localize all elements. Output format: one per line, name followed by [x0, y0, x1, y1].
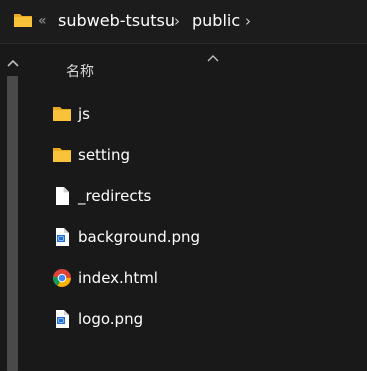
file-name: index.html [78, 269, 158, 287]
folder-icon [53, 107, 71, 121]
blank-file-icon [56, 187, 69, 205]
file-name: logo.png [78, 310, 144, 328]
breadcrumb-item-subweb-tsutsu[interactable]: subweb-tsutsu [58, 11, 175, 31]
list-item[interactable]: js [50, 99, 350, 129]
file-name: background.png [78, 228, 201, 246]
image-file-icon [56, 228, 69, 246]
chevron-up-icon [207, 55, 219, 62]
list-item[interactable]: background.png [50, 222, 350, 252]
file-explorer-window: « subweb-tsutsu › public › 名称 js setting… [0, 0, 367, 371]
file-name: js [78, 105, 90, 123]
file-list: 名称 js setting _redirects background.png … [28, 45, 367, 371]
folder-icon [53, 148, 71, 162]
list-item[interactable]: index.html [50, 263, 350, 293]
list-item[interactable]: _redirects [50, 181, 350, 211]
file-name: setting [78, 146, 131, 164]
breadcrumb-separator-icon[interactable]: › [245, 11, 251, 31]
list-item[interactable]: logo.png [50, 304, 350, 334]
breadcrumb-separator-icon[interactable]: › [174, 11, 180, 31]
address-bar[interactable]: « subweb-tsutsu › public › [0, 0, 367, 44]
vertical-scrollbar-thumb[interactable] [7, 76, 18, 371]
folder-icon [14, 14, 32, 27]
chrome-icon [53, 269, 71, 287]
breadcrumb-item-public[interactable]: public [192, 11, 240, 31]
image-file-icon [56, 310, 69, 328]
column-header-name[interactable]: 名称 [66, 62, 94, 82]
file-name: _redirects [78, 187, 152, 205]
list-item[interactable]: setting [50, 140, 350, 170]
breadcrumb-overflow-icon[interactable]: « [38, 11, 47, 31]
scroll-up-arrow-icon[interactable] [7, 58, 19, 68]
